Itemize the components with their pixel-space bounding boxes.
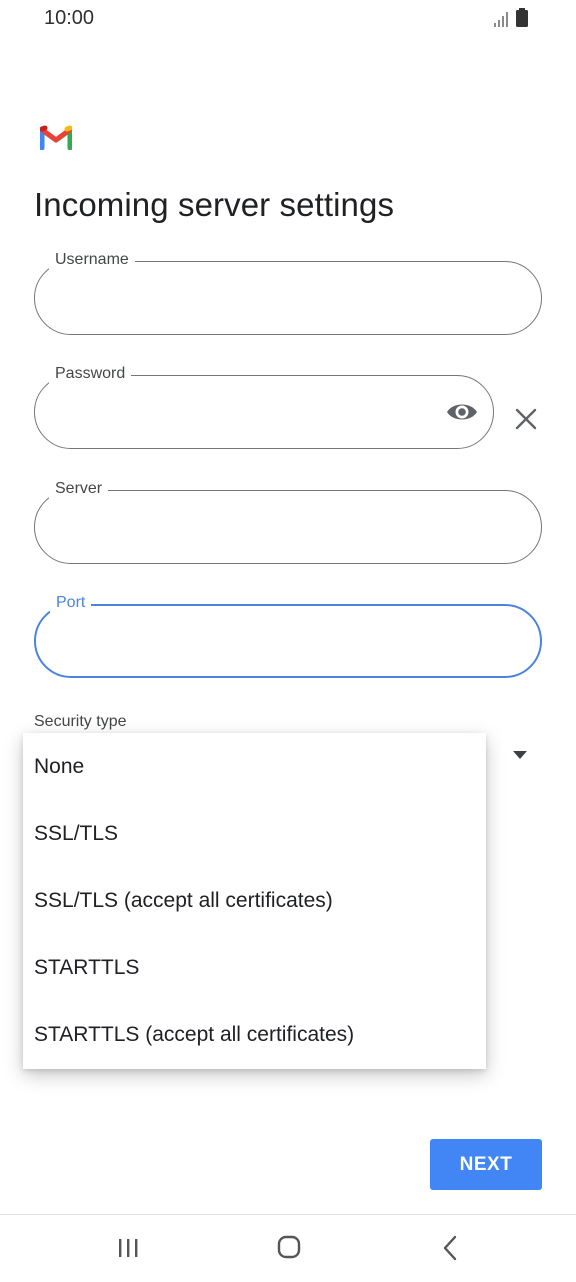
battery-icon bbox=[516, 8, 528, 27]
status-bar: 10:00 bbox=[0, 0, 576, 40]
recent-apps-icon[interactable] bbox=[108, 1231, 148, 1265]
menu-item-starttls-accept-all[interactable]: STARTTLS (accept all certificates) bbox=[23, 1001, 486, 1068]
next-button[interactable]: NEXT bbox=[430, 1139, 542, 1190]
server-label: Server bbox=[49, 479, 109, 499]
chevron-down-icon[interactable] bbox=[512, 750, 528, 760]
home-icon[interactable] bbox=[268, 1231, 308, 1265]
password-label: Password bbox=[49, 364, 132, 384]
security-type-label: Security type bbox=[34, 713, 127, 730]
close-icon[interactable] bbox=[514, 407, 538, 431]
page-title: Incoming server settings bbox=[34, 186, 395, 223]
username-input[interactable] bbox=[59, 282, 443, 314]
port-input[interactable] bbox=[60, 626, 444, 658]
password-field[interactable]: Password bbox=[34, 364, 494, 449]
status-time: 10:00 bbox=[44, 7, 95, 29]
username-label: Username bbox=[49, 250, 135, 270]
signal-icon bbox=[494, 12, 508, 27]
menu-item-ssl-tls[interactable]: SSL/TLS bbox=[23, 800, 486, 867]
navigation-bar bbox=[0, 1215, 576, 1282]
port-label: Port bbox=[50, 593, 92, 613]
back-icon[interactable] bbox=[430, 1231, 470, 1265]
server-field[interactable]: Server bbox=[34, 479, 542, 564]
status-icons bbox=[494, 8, 534, 28]
gmail-logo bbox=[40, 125, 72, 150]
security-type-menu: None SSL/TLS SSL/TLS (accept all certifi… bbox=[23, 733, 486, 1069]
menu-item-none[interactable]: None bbox=[23, 733, 486, 800]
port-field[interactable]: Port bbox=[34, 593, 542, 678]
server-input[interactable] bbox=[59, 511, 443, 543]
menu-item-starttls[interactable]: STARTTLS bbox=[23, 934, 486, 1001]
password-input[interactable] bbox=[59, 396, 403, 428]
username-field[interactable]: Username bbox=[34, 250, 542, 335]
show-password-icon[interactable] bbox=[445, 398, 479, 426]
menu-item-ssl-tls-accept-all[interactable]: SSL/TLS (accept all certificates) bbox=[23, 867, 486, 934]
